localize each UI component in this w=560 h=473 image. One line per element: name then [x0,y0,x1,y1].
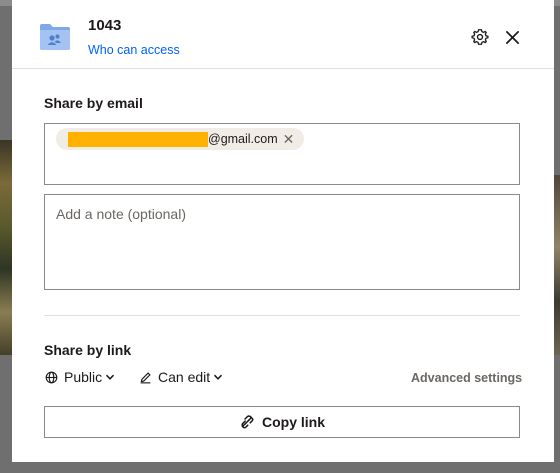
background-photo-left [0,140,12,355]
advanced-settings-link[interactable]: Advanced settings [411,371,522,385]
copy-link-label: Copy link [261,414,325,430]
recipient-chip: @gmail.com ✕ [56,128,305,150]
pencil-icon [140,371,151,383]
copy-link-button[interactable]: Copy link [44,406,520,438]
close-button[interactable] [501,26,523,48]
recipient-email-domain: @gmail.com [208,132,278,146]
share-by-email-heading: Share by email [44,95,143,111]
share-by-link-heading: Share by link [44,342,132,358]
chevron-down-icon [106,374,115,380]
shared-folder-icon [40,24,70,50]
dialog-header: 1043 Who can access [12,0,554,69]
link-icon [241,415,254,429]
audience-label: Public [64,369,103,385]
who-can-access-link[interactable]: Who can access [88,43,180,57]
note-placeholder: Add a note (optional) [56,206,186,222]
globe-icon [45,371,58,383]
share-dialog: 1043 Who can access Share by email @gmai… [12,0,554,462]
close-icon [505,30,519,44]
email-recipients-input[interactable]: @gmail.com ✕ [44,123,520,185]
folder-title: 1043 [88,17,122,34]
redacted-email-username [68,131,208,147]
note-textarea[interactable]: Add a note (optional) [44,194,520,290]
remove-recipient-icon[interactable]: ✕ [283,132,295,146]
permission-dropdown[interactable]: Can edit [139,369,223,385]
audience-dropdown[interactable]: Public [45,369,115,385]
permission-label: Can edit [158,369,211,385]
section-divider [44,315,520,316]
gear-icon [471,29,489,45]
settings-button[interactable] [469,26,491,48]
chevron-down-icon [214,374,223,380]
background-photo-right [554,175,560,355]
